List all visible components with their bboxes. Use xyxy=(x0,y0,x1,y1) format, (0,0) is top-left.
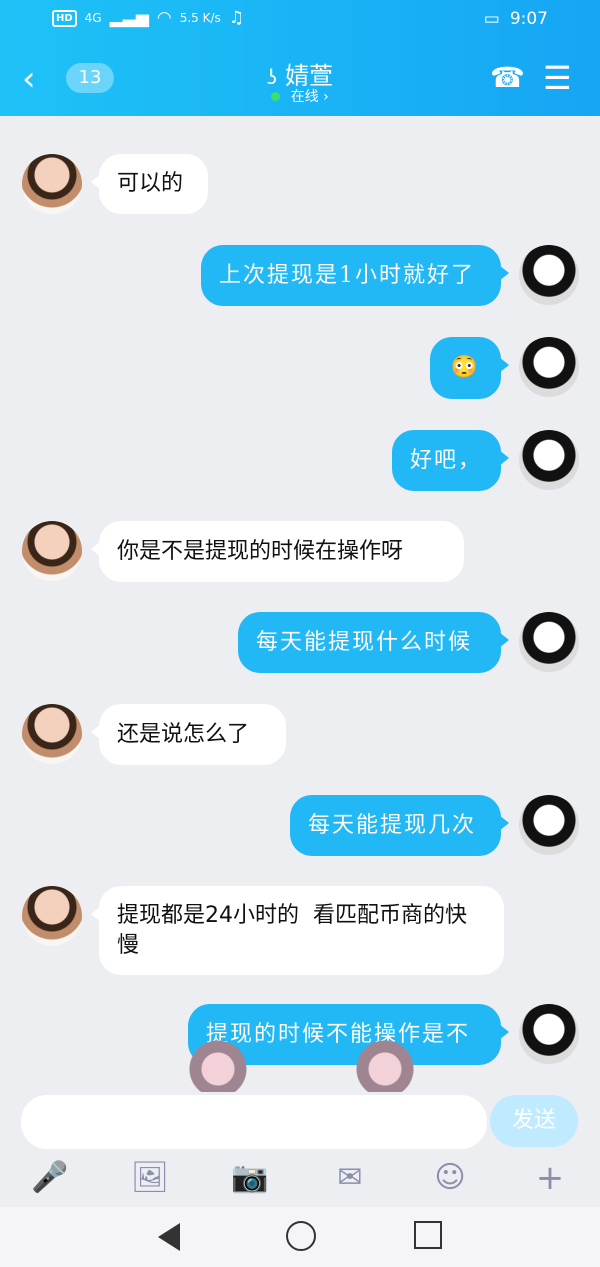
home-nav-icon[interactable] xyxy=(286,1221,316,1251)
plus-icon[interactable]: + xyxy=(530,1158,570,1198)
wifi-icon: ◠ xyxy=(156,8,172,28)
music-icon: ♫ xyxy=(228,8,244,28)
contact-avatar[interactable] xyxy=(22,886,82,946)
message-bubble[interactable]: 上次提现是1小时就好了 xyxy=(201,245,509,306)
my-avatar[interactable] xyxy=(519,430,579,490)
clock: 9:07 xyxy=(509,9,548,29)
message-bubble[interactable]: 每天能提现几次 xyxy=(290,795,509,856)
send-button[interactable]: 发送 xyxy=(490,1095,578,1147)
my-avatar[interactable] xyxy=(519,612,579,672)
emoji-icon[interactable]: ☺ xyxy=(430,1158,470,1198)
composer: 发送 🎤 🖼 📷 ✉ ☺ + xyxy=(0,1092,600,1207)
system-navigation xyxy=(0,1207,600,1267)
recent-nav-icon[interactable] xyxy=(414,1221,442,1249)
message-bubble[interactable]: 你是不是提现的时候在操作呀 xyxy=(91,521,464,582)
online-dot-icon xyxy=(271,92,281,101)
message-bubble[interactable]: 好吧， xyxy=(392,430,509,491)
chat-header: HD 4G ▂▃▅ ◠ 5.5 K/s ♫ ▭ 9:07 ‹ 13 ʖ 婧萱 在线… xyxy=(0,0,600,116)
message-bubble[interactable]: 😳 xyxy=(430,337,509,399)
message-bubble[interactable]: 每天能提现什么时候 xyxy=(238,612,509,673)
contact-avatar[interactable] xyxy=(22,154,82,214)
my-avatar[interactable] xyxy=(519,795,579,855)
battery-icon: ▭ xyxy=(483,9,500,29)
back-nav-icon[interactable] xyxy=(158,1223,180,1251)
contact-avatar[interactable] xyxy=(22,704,82,764)
message-list[interactable]: 可以的 上次提现是1小时就好了 😳 好吧， 你是不是提现的时候在操作呀 每天能提… xyxy=(0,116,600,1092)
message-bubble[interactable]: 还是说怎么了 xyxy=(91,704,286,765)
message-input[interactable] xyxy=(21,1095,487,1149)
network-type: 4G xyxy=(84,11,102,25)
sticker-mascot xyxy=(349,1036,421,1096)
menu-icon[interactable]: ☰ xyxy=(543,62,572,94)
hd-indicator: HD xyxy=(52,9,77,27)
signal-icon: ▂▃▅ xyxy=(109,8,149,28)
my-avatar[interactable] xyxy=(519,337,579,397)
contact-avatar[interactable] xyxy=(22,521,82,581)
message-bubble[interactable]: 可以的 xyxy=(91,154,208,214)
sticker-mascot xyxy=(182,1036,254,1096)
phone-icon[interactable]: ☎ xyxy=(490,64,525,92)
my-avatar[interactable] xyxy=(519,1004,579,1064)
speed-text: 5.5 K/s xyxy=(179,11,221,25)
camera-icon[interactable]: 📷 xyxy=(230,1158,270,1198)
message-bubble[interactable]: 提现都是24小时的 看匹配币商的快慢 xyxy=(91,886,504,975)
my-avatar[interactable] xyxy=(519,245,579,305)
status-bar: HD 4G ▂▃▅ ◠ 5.5 K/s ♫ ▭ 9:07 xyxy=(0,0,600,40)
mic-icon[interactable]: 🎤 xyxy=(30,1158,70,1198)
image-icon[interactable]: 🖼 xyxy=(130,1158,170,1198)
redpacket-icon[interactable]: ✉ xyxy=(330,1158,370,1198)
